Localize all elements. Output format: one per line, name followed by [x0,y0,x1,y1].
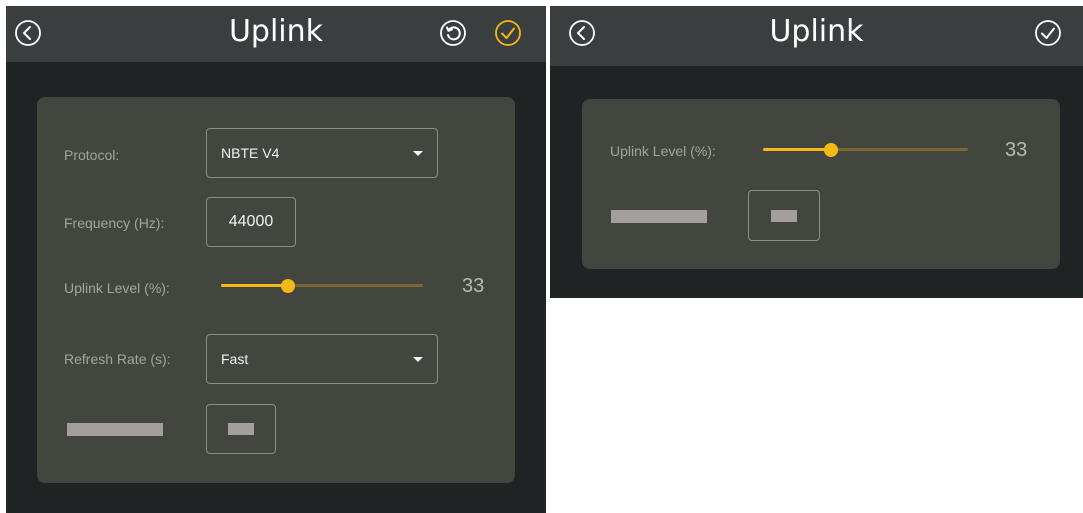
protocol-label: Protocol: [64,147,120,163]
header-bar: Uplink [550,6,1083,66]
settings-panel: Protocol: NBTE V4 Frequency (Hz): 44000 … [37,97,515,483]
slider-fill [763,148,831,151]
protocol-dropdown[interactable]: NBTE V4 [206,128,438,178]
uplink-level-slider[interactable] [763,142,968,158]
slider-thumb[interactable] [280,279,295,293]
caret-down-icon [413,357,423,362]
protocol-value: NBTE V4 [221,145,280,161]
uplink-level-slider[interactable] [221,278,423,294]
page-title: Uplink [769,14,864,49]
placeholder-label [67,423,163,436]
placeholder-field-content [771,209,797,222]
slider-fill [221,284,288,287]
uplink-level-label: Uplink Level (%): [610,143,716,159]
placeholder-label [611,210,707,223]
placeholder-field-content [228,423,254,435]
uplink-screen-compact: Uplink Uplink Level (%): 33 [550,6,1083,298]
refresh-rate-value: Fast [221,351,249,367]
circle-check-icon[interactable] [493,18,523,48]
frequency-label: Frequency (Hz): [64,215,165,231]
caret-down-icon [413,151,423,156]
uplink-level-value: 33 [462,275,485,297]
uplink-level-label: Uplink Level (%): [64,280,170,296]
settings-panel: Uplink Level (%): 33 [582,99,1060,269]
refresh-rate-label: Refresh Rate (s): [64,351,171,367]
frequency-field[interactable]: 44000 [206,197,296,247]
placeholder-field[interactable] [748,190,820,241]
slider-thumb[interactable] [823,143,838,157]
uplink-screen-full: Uplink Protocol: NBTE V4 Frequency (Hz):… [6,6,546,513]
circle-reset-icon[interactable] [438,18,468,48]
header-bar: Uplink [6,6,546,62]
uplink-level-value: 33 [1005,139,1028,161]
circle-check-icon[interactable] [1033,18,1063,48]
refresh-rate-dropdown[interactable]: Fast [206,334,438,384]
placeholder-field[interactable] [206,404,276,454]
